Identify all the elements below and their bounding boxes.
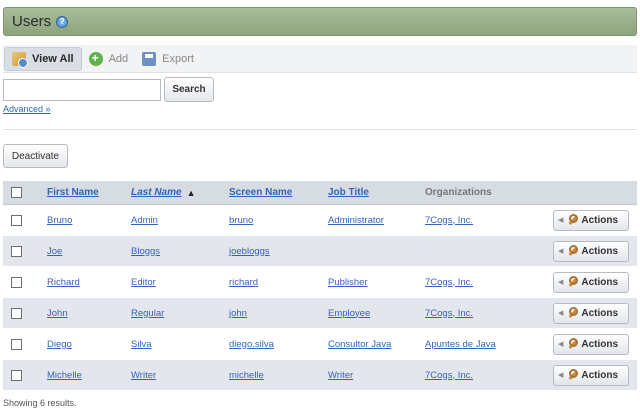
- page-header: Users ?: [3, 7, 637, 36]
- table-header-row: First Name Last Name ▲ Screen Name Job T…: [3, 181, 637, 205]
- table-row: Michelle Writer michelle Writer 7Cogs, I…: [3, 360, 637, 391]
- screen-name-link[interactable]: bruno: [229, 215, 253, 226]
- toolbar: View All Add Export: [3, 45, 637, 73]
- first-name-link[interactable]: Richard: [47, 277, 80, 288]
- page-title: Users: [12, 13, 52, 30]
- actions-label: Actions: [581, 276, 619, 288]
- caret-left-icon: ◀: [558, 248, 564, 255]
- actions-label: Actions: [581, 245, 619, 257]
- actions-label: Actions: [581, 307, 619, 319]
- organization-link[interactable]: 7Cogs, Inc.: [425, 308, 473, 319]
- job-title-link[interactable]: Writer: [328, 370, 353, 381]
- last-name-link[interactable]: Editor: [131, 277, 156, 288]
- first-name-link[interactable]: Bruno: [47, 215, 72, 226]
- help-icon[interactable]: ?: [56, 15, 69, 28]
- actions-label: Actions: [581, 214, 619, 226]
- screen-name-link[interactable]: john: [229, 308, 247, 319]
- job-title-link[interactable]: Employee: [328, 308, 370, 319]
- wrench-icon: [566, 276, 579, 288]
- first-name-link[interactable]: John: [47, 308, 68, 319]
- search-button[interactable]: Search: [164, 77, 214, 102]
- first-name-link[interactable]: Michelle: [47, 370, 82, 381]
- actions-button[interactable]: ◀ Actions: [553, 302, 629, 324]
- divider: [3, 129, 637, 130]
- results-count: Showing 6 results.: [3, 398, 77, 408]
- table-row: Richard Editor richard Publisher 7Cogs, …: [3, 267, 637, 298]
- select-all-checkbox[interactable]: [11, 187, 22, 198]
- job-title-link[interactable]: Consultor Java: [328, 339, 391, 350]
- view-all-label: View All: [32, 52, 74, 65]
- screen-name-link[interactable]: joebloggs: [229, 246, 270, 257]
- actions-button[interactable]: ◀ Actions: [553, 271, 629, 293]
- last-name-link[interactable]: Regular: [131, 308, 164, 319]
- last-name-link[interactable]: Bloggs: [131, 246, 160, 257]
- column-header-screen-name[interactable]: Screen Name: [229, 187, 292, 198]
- last-name-link[interactable]: Silva: [131, 339, 152, 350]
- search-input[interactable]: [3, 79, 161, 101]
- screen-name-link[interactable]: michelle: [229, 370, 264, 381]
- job-title-link[interactable]: Administrator: [328, 215, 384, 226]
- last-name-link[interactable]: Writer: [131, 370, 156, 381]
- actions-button[interactable]: ◀ Actions: [553, 240, 629, 262]
- screen-name-link[interactable]: richard: [229, 277, 258, 288]
- view-all-button[interactable]: View All: [4, 46, 82, 71]
- actions-button[interactable]: ◀ Actions: [553, 333, 629, 355]
- caret-left-icon: ◀: [558, 217, 564, 224]
- wrench-icon: [566, 338, 579, 350]
- users-view-icon: [12, 51, 28, 68]
- first-name-link[interactable]: Joe: [47, 246, 62, 257]
- column-header-first-name[interactable]: First Name: [47, 187, 99, 198]
- organization-link[interactable]: 7Cogs, Inc.: [425, 277, 473, 288]
- deactivate-button[interactable]: Deactivate: [3, 144, 68, 168]
- actions-button[interactable]: ◀ Actions: [553, 364, 629, 386]
- caret-left-icon: ◀: [558, 279, 564, 286]
- first-name-link[interactable]: Diego: [47, 339, 72, 350]
- caret-left-icon: ◀: [558, 310, 564, 317]
- column-header-organizations: Organizations: [425, 187, 492, 198]
- wrench-icon: [566, 307, 579, 319]
- row-checkbox[interactable]: [11, 276, 22, 288]
- row-checkbox[interactable]: [11, 338, 22, 350]
- advanced-search-link[interactable]: Advanced »: [3, 104, 51, 114]
- export-label: Export: [162, 52, 194, 65]
- table-row: Joe Bloggs joebloggs ◀ Actions: [3, 236, 637, 267]
- table-row: Bruno Admin bruno Administrator 7Cogs, I…: [3, 205, 637, 236]
- users-table: First Name Last Name ▲ Screen Name Job T…: [3, 181, 637, 391]
- wrench-icon: [566, 369, 579, 381]
- organization-link[interactable]: Apuntes de Java: [425, 339, 496, 350]
- row-checkbox[interactable]: [11, 307, 22, 319]
- table-row: John Regular john Employee 7Cogs, Inc. ◀…: [3, 298, 637, 329]
- wrench-icon: [566, 214, 579, 226]
- actions-label: Actions: [581, 338, 619, 350]
- table-row: Diego Silva diego.silva Consultor Java A…: [3, 329, 637, 360]
- sort-ascending-icon: ▲: [186, 187, 196, 198]
- caret-left-icon: ◀: [558, 341, 564, 348]
- caret-left-icon: ◀: [558, 372, 564, 379]
- add-icon: [88, 51, 103, 66]
- column-header-last-name[interactable]: Last Name: [131, 187, 182, 198]
- row-checkbox[interactable]: [11, 245, 22, 257]
- row-checkbox[interactable]: [11, 369, 22, 381]
- row-checkbox[interactable]: [11, 214, 22, 226]
- organization-link[interactable]: 7Cogs, Inc.: [425, 215, 473, 226]
- add-label: Add: [108, 52, 129, 65]
- column-header-job-title[interactable]: Job Title: [328, 187, 369, 198]
- actions-label: Actions: [581, 369, 619, 381]
- job-title-link[interactable]: Publisher: [328, 277, 368, 288]
- export-button[interactable]: Export: [135, 47, 201, 71]
- export-icon: [142, 51, 157, 66]
- wrench-icon: [566, 245, 579, 257]
- screen-name-link[interactable]: diego.silva: [229, 339, 274, 350]
- add-button[interactable]: Add: [82, 47, 136, 71]
- actions-button[interactable]: ◀ Actions: [553, 209, 629, 231]
- organization-link[interactable]: 7Cogs, Inc.: [425, 370, 473, 381]
- last-name-link[interactable]: Admin: [131, 215, 158, 226]
